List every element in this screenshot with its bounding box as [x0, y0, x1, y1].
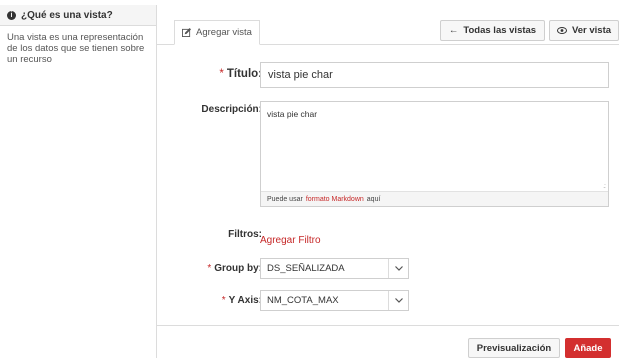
markdown-hint: Puede usar formato Markdown aquí	[261, 191, 608, 206]
markdown-link[interactable]: formato Markdown	[306, 196, 364, 203]
footer-divider	[157, 325, 619, 326]
group-by-value: DS_SEÑALIZADA	[267, 263, 345, 274]
all-views-label: Todas las vistas	[463, 25, 537, 36]
help-sidebar-header: i ¿Qué es una vista?	[0, 5, 156, 26]
group-by-label: * Group by:	[207, 263, 262, 274]
add-filter-link[interactable]: Agregar Filtro	[260, 235, 321, 246]
help-description: Una vista es una representación de los d…	[7, 32, 145, 65]
title-label: * Título:	[219, 68, 262, 80]
required-marker: *	[219, 68, 224, 80]
help-sidebar: i ¿Qué es una vista? Una vista es una re…	[0, 5, 157, 358]
resize-handle-icon[interactable]: .:	[603, 183, 606, 190]
y-axis-select[interactable]: NM_COTA_MAX	[260, 290, 409, 311]
edit-icon	[182, 28, 191, 37]
info-icon: i	[7, 10, 16, 20]
y-axis-label: * Y Axis:	[221, 295, 262, 306]
arrow-left-icon: ←	[448, 25, 459, 36]
description-label: Descripción:	[201, 104, 262, 115]
add-button[interactable]: Añade	[565, 338, 611, 358]
description-textarea[interactable]: vista pie char .: Puede usar formato Mar…	[260, 101, 609, 207]
title-input[interactable]: vista pie char	[260, 62, 609, 88]
view-view-button[interactable]: Ver vista	[549, 20, 619, 41]
eye-icon	[556, 27, 567, 34]
tab-add-view[interactable]: Agregar vista	[174, 20, 260, 45]
chevron-down-icon	[388, 291, 408, 310]
group-by-select[interactable]: DS_SEÑALIZADA	[260, 258, 409, 279]
description-value: vista pie char	[267, 109, 318, 119]
tab-bar: Agregar vista ← Todas las vistas Ver vis…	[157, 0, 619, 45]
view-view-label: Ver vista	[571, 25, 612, 36]
preview-button[interactable]: Previsualización	[468, 338, 560, 358]
tab-add-view-label: Agregar vista	[196, 27, 252, 38]
filters-label: Filtros:	[228, 229, 262, 240]
chevron-down-icon	[388, 259, 408, 278]
all-views-button[interactable]: ← Todas las vistas	[440, 20, 545, 41]
help-title: ¿Qué es una vista?	[21, 9, 113, 21]
y-axis-value: NM_COTA_MAX	[267, 295, 339, 306]
title-input-value: vista pie char	[268, 69, 333, 81]
view-form-panel: Agregar vista ← Todas las vistas Ver vis…	[157, 0, 619, 358]
